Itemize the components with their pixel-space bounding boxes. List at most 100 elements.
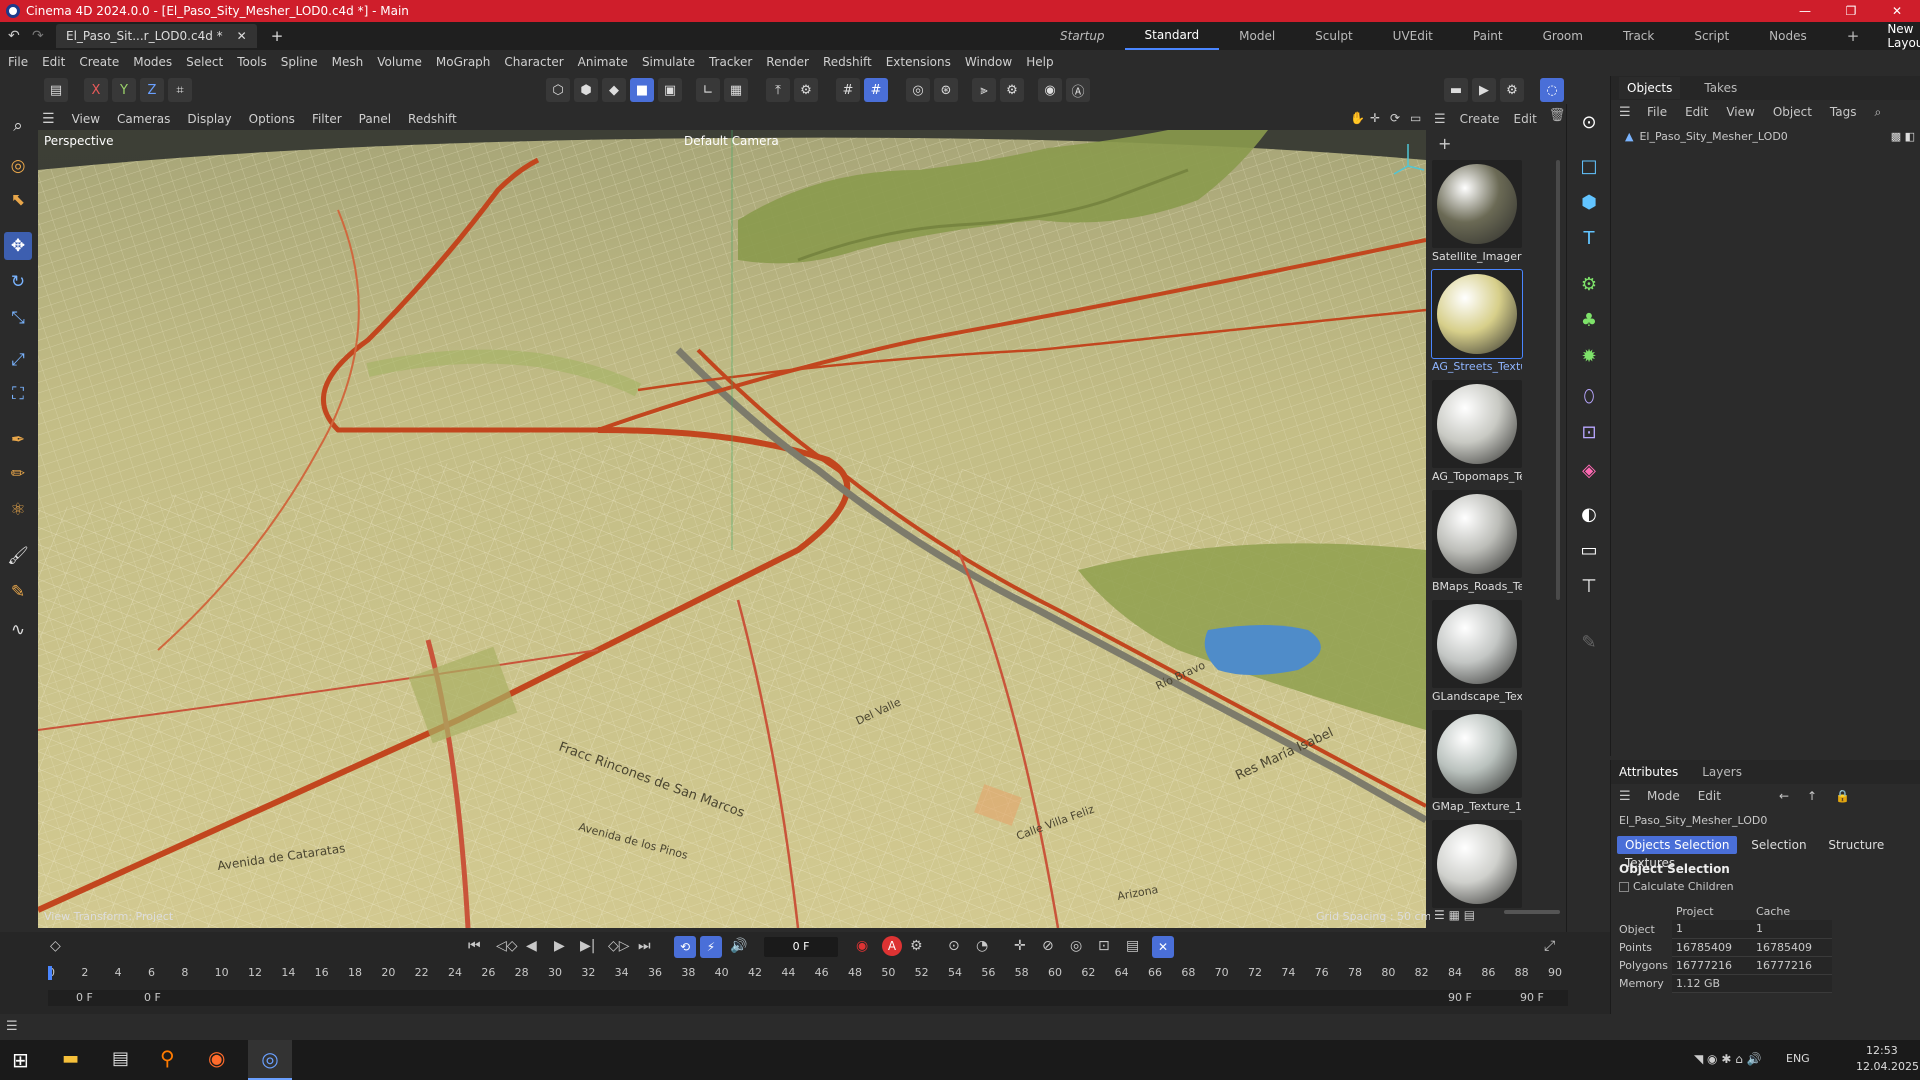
position-key-icon[interactable]: ⊙ [948, 938, 960, 954]
text-spline-icon[interactable]: T [1575, 224, 1603, 252]
rotation-key-icon[interactable]: ◔ [976, 938, 988, 954]
prev-frame-icon[interactable]: ◀ [526, 938, 537, 954]
maximize-button[interactable]: ❐ [1828, 0, 1874, 22]
viewport-menu-panel[interactable]: Panel [359, 112, 391, 126]
object-menu-tags[interactable]: Tags [1830, 105, 1857, 119]
texture-tag-icon[interactable]: ▩ ◧ [1891, 130, 1915, 143]
scale-tool-icon[interactable]: ⤡ [4, 304, 32, 332]
object-row[interactable]: ▲ El_Paso_Sity_Mesher_LOD0 ▩ ◧ [1625, 126, 1915, 146]
playhead[interactable] [48, 966, 52, 980]
spline-pen-icon[interactable]: ✒ [4, 426, 32, 454]
layout-paint[interactable]: Paint [1453, 29, 1523, 43]
autokey-icon[interactable]: A [882, 936, 902, 956]
layout-script[interactable]: Script [1674, 29, 1749, 43]
menu-file[interactable]: File [8, 55, 28, 69]
material-item[interactable]: AG_Streets_Textur [1431, 269, 1523, 373]
material-item[interactable] [1432, 820, 1522, 908]
layout-track[interactable]: Track [1603, 29, 1674, 43]
material-item[interactable]: AG_Topomaps_Te: [1432, 380, 1522, 483]
axis-y-lock[interactable]: Y [112, 78, 136, 102]
live-selection-icon[interactable]: ◎ [4, 152, 32, 180]
range-end-field[interactable]: 90 F [1448, 991, 1472, 1004]
tab-takes[interactable]: Takes [1704, 81, 1737, 95]
render-to-picture-viewer-icon[interactable]: ▶ [1472, 78, 1496, 102]
layout-groom[interactable]: Groom [1523, 29, 1603, 43]
cloner-icon[interactable]: ⚛ [4, 496, 32, 524]
keyframe-settings-icon[interactable]: ⚙ [910, 938, 923, 954]
minimize-button[interactable]: — [1782, 0, 1828, 22]
menu-create[interactable]: Create [79, 55, 119, 69]
points-mode-icon[interactable]: ⬡ [546, 78, 570, 102]
status-hamburger-icon[interactable]: ☰ [6, 1019, 18, 1034]
cube-icon[interactable]: ⬢ [1575, 188, 1603, 216]
start-icon[interactable]: ⊞ [12, 1048, 29, 1072]
menu-modes[interactable]: Modes [133, 55, 172, 69]
clock-date[interactable]: 12.04.2025 [1856, 1060, 1919, 1073]
timeline-ruler[interactable]: 0246810121416182022242628303234363840424… [48, 966, 1568, 988]
object-menu-edit[interactable]: Edit [1685, 105, 1708, 119]
close-button[interactable]: ✕ [1874, 0, 1920, 22]
menu-render[interactable]: Render [766, 55, 809, 69]
move-tool-icon[interactable]: ✥ [4, 232, 32, 260]
scale-key-icon[interactable]: ✛ [1014, 938, 1026, 954]
keyframe-icon[interactable]: ◇ [50, 938, 61, 954]
attributes-menu-edit[interactable]: Edit [1698, 789, 1721, 803]
layout-standard[interactable]: Standard [1124, 22, 1220, 50]
menu-mograph[interactable]: MoGraph [436, 55, 491, 69]
viewport-menu-cameras[interactable]: Cameras [117, 112, 170, 126]
attributes-menu-mode[interactable]: Mode [1647, 789, 1680, 803]
brush-icon[interactable]: 🖌 [4, 542, 32, 570]
locked-workplane-icon[interactable]: ⊛ [934, 78, 958, 102]
language-indicator[interactable]: ENG [1786, 1052, 1810, 1065]
tab-attributes[interactable]: Attributes [1619, 765, 1678, 779]
viewport-camera-label[interactable]: Default Camera [684, 134, 779, 148]
rotate-tool-icon[interactable]: ↻ [4, 268, 32, 296]
viewport-hamburger-icon[interactable]: ☰ [42, 111, 55, 127]
viewport-menu-view[interactable]: View [72, 112, 100, 126]
close-tab-icon[interactable]: ✕ [237, 29, 247, 43]
sound-icon[interactable]: 🔊 [730, 938, 747, 954]
subtab-selection[interactable]: Selection [1743, 836, 1814, 854]
tweak-icon[interactable]: ⚙ [794, 78, 818, 102]
attributes-hamburger-icon[interactable]: ☰ [1619, 789, 1631, 804]
null-object-icon[interactable]: □ [1575, 152, 1603, 180]
object-menu-object[interactable]: Object [1773, 105, 1812, 119]
menu-volume[interactable]: Volume [377, 55, 422, 69]
menu-window[interactable]: Window [965, 55, 1012, 69]
camera-icon[interactable]: ▭ [1575, 536, 1603, 564]
menu-extensions[interactable]: Extensions [886, 55, 951, 69]
notepad-icon[interactable]: ▤ [112, 1048, 129, 1069]
delete-material-icon[interactable]: 🗑 [1548, 108, 1566, 130]
axis-z-lock[interactable]: Z [140, 78, 164, 102]
layout-nodes[interactable]: Nodes [1749, 29, 1827, 43]
quantize-icon[interactable]: ◎ [906, 78, 930, 102]
edges-mode-icon[interactable]: ⬢ [574, 78, 598, 102]
menu-edit[interactable]: Edit [42, 55, 65, 69]
menu-tracker[interactable]: Tracker [709, 55, 752, 69]
scene-icon[interactable]: ◈ [1575, 456, 1603, 484]
knife-icon[interactable]: ✎ [4, 578, 32, 606]
document-tab[interactable]: El_Paso_Sit...r_LOD0.c4d * ✕ [56, 24, 257, 48]
range-start-field-2[interactable]: 0 F [144, 991, 161, 1004]
symmetry-settings-icon[interactable]: ⚙ [1000, 78, 1024, 102]
object-hamburger-icon[interactable]: ☰ [1619, 105, 1631, 120]
viewport-menu-options[interactable]: Options [249, 112, 295, 126]
viewport-solo-icon[interactable]: ◉ [1038, 78, 1062, 102]
layout-sculpt[interactable]: Sculpt [1295, 29, 1372, 43]
pla-key-icon[interactable]: ◎ [1070, 938, 1082, 954]
loop-icon[interactable]: ⟲ [674, 936, 696, 958]
light-icon[interactable]: ⊤ [1575, 572, 1603, 600]
cloner-object-icon[interactable]: ♣ [1575, 306, 1603, 334]
interpolation-icon[interactable]: ✕ [1152, 936, 1174, 958]
object-menu-view[interactable]: View [1726, 105, 1754, 119]
add-tab-icon[interactable]: + [271, 27, 284, 45]
move-view-icon[interactable]: ✛ [1370, 111, 1380, 125]
redo-icon[interactable]: ↷ [32, 28, 44, 44]
object-palette-icon[interactable]: ⊙ [1575, 108, 1603, 136]
polygons-mode-icon[interactable]: ◆ [602, 78, 626, 102]
object-search-icon[interactable]: ⌕ [1875, 105, 1882, 120]
lock-icon[interactable]: 🔒 [1835, 789, 1850, 803]
snap-icon[interactable]: # [836, 78, 860, 102]
select-tools-icon[interactable]: ⬉ [4, 186, 32, 214]
menu-simulate[interactable]: Simulate [642, 55, 695, 69]
